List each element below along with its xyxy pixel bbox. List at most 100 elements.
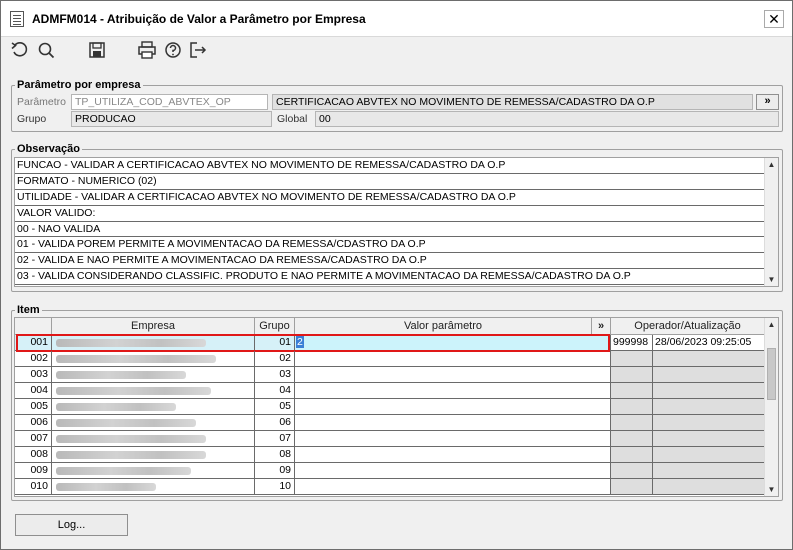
empresa-cell[interactable] [52,335,255,351]
toolbar [7,39,307,61]
atualizacao-cell [653,383,765,399]
empresa-cell[interactable] [52,351,255,367]
redacted-company-name [56,387,211,395]
column-header-operador[interactable]: Operador/Atualização [611,318,765,335]
valor-parametro-cell[interactable] [295,399,611,415]
column-header-grupo[interactable]: Grupo [255,318,295,335]
redacted-company-name [56,451,206,459]
table-row[interactable]: 009 09 [15,463,765,479]
grupo-cell[interactable]: 10 [255,479,295,495]
grupo-cell[interactable]: 03 [255,367,295,383]
table-row[interactable]: 005 05 [15,399,765,415]
grupo-cell[interactable]: 01 [255,335,295,351]
scroll-up-icon[interactable]: ▲ [765,318,778,331]
row-header-corner [15,318,52,335]
close-button[interactable]: ✕ [764,10,784,28]
help-icon[interactable] [162,39,184,61]
observacao-line: VALOR VALIDO: [15,206,765,222]
grupo-cell[interactable]: 05 [255,399,295,415]
parametro-description: CERTIFICACAO ABVTEX NO MOVIMENTO DE REME… [272,94,753,110]
valor-parametro-cell[interactable] [295,415,611,431]
observacao-text-area[interactable]: FUNCAO - VALIDAR A CERTIFICACAO ABVTEX N… [14,157,779,287]
column-header-valor[interactable]: Valor parâmetro [295,318,592,335]
observacao-line: UTILIDADE - VALIDAR A CERTIFICACAO ABVTE… [15,190,765,206]
row-code-cell[interactable]: 010 [15,479,52,495]
valor-text[interactable]: 2 [296,336,304,348]
valor-parametro-cell[interactable] [295,351,611,367]
save-icon[interactable] [86,39,108,61]
atualizacao-cell: 28/06/2023 09:25:05 [653,335,765,351]
operador-cell [611,367,653,383]
empresa-cell[interactable] [52,463,255,479]
main-window: ADMFM014 - Atribuição de Valor a Parâmet… [0,0,793,550]
grupo-field: PRODUCAO [71,111,272,127]
table-row[interactable]: 002 02 [15,351,765,367]
valor-parametro-cell[interactable]: 2 [295,335,611,351]
exit-icon[interactable] [187,39,209,61]
empresa-cell[interactable] [52,447,255,463]
grupo-cell[interactable]: 09 [255,463,295,479]
grupo-cell[interactable]: 04 [255,383,295,399]
print-icon[interactable] [136,39,158,61]
atualizacao-cell [653,351,765,367]
table-row[interactable]: 001 01 2 999998 28/06/2023 09:25:05 [15,335,765,351]
grupo-label: Grupo [17,113,47,125]
valor-parametro-cell[interactable] [295,447,611,463]
scroll-down-icon[interactable]: ▼ [765,483,778,496]
empresa-cell[interactable] [52,479,255,495]
row-code-cell[interactable]: 001 [15,335,52,351]
log-button[interactable]: Log... [15,514,128,536]
scroll-thumb[interactable] [767,348,776,400]
valor-more-button[interactable]: » [592,318,611,335]
row-code-cell[interactable]: 009 [15,463,52,479]
grupo-cell[interactable]: 07 [255,431,295,447]
parametro-more-button[interactable]: » [756,94,779,110]
valor-parametro-cell[interactable] [295,367,611,383]
valor-parametro-cell[interactable] [295,431,611,447]
row-code-cell[interactable]: 005 [15,399,52,415]
grupo-cell[interactable]: 02 [255,351,295,367]
redacted-company-name [56,403,176,411]
row-code-cell[interactable]: 002 [15,351,52,367]
operador-cell [611,399,653,415]
grid-scrollbar[interactable]: ▲ ▼ [764,318,778,496]
atualizacao-cell [653,367,765,383]
scroll-up-icon[interactable]: ▲ [765,158,778,171]
empresa-cell[interactable] [52,383,255,399]
valor-parametro-cell[interactable] [295,383,611,399]
grupo-cell[interactable]: 06 [255,415,295,431]
redacted-company-name [56,355,216,363]
row-code-cell[interactable]: 004 [15,383,52,399]
table-row[interactable]: 007 07 [15,431,765,447]
valor-parametro-cell[interactable] [295,463,611,479]
empresa-cell[interactable] [52,415,255,431]
atualizacao-cell [653,463,765,479]
operador-cell [611,431,653,447]
parametro-field[interactable]: TP_UTILIZA_COD_ABVTEX_OP [71,94,268,110]
table-row[interactable]: 008 08 [15,447,765,463]
grupo-cell[interactable]: 08 [255,447,295,463]
redacted-company-name [56,483,156,491]
observacao-title: Observação [15,143,82,155]
valor-parametro-cell[interactable] [295,479,611,495]
row-code-cell[interactable]: 006 [15,415,52,431]
refresh-icon[interactable] [9,39,31,61]
search-icon[interactable] [35,39,57,61]
row-code-cell[interactable]: 008 [15,447,52,463]
empresa-cell[interactable] [52,431,255,447]
empresa-cell[interactable] [52,367,255,383]
operador-cell [611,415,653,431]
observacao-scrollbar[interactable]: ▲ ▼ [764,158,778,286]
scroll-down-icon[interactable]: ▼ [765,273,778,286]
column-header-empresa[interactable]: Empresa [52,318,255,335]
table-row[interactable]: 003 03 [15,367,765,383]
table-row[interactable]: 004 04 [15,383,765,399]
observacao-line: FUNCAO - VALIDAR A CERTIFICACAO ABVTEX N… [15,158,765,174]
row-code-cell[interactable]: 007 [15,431,52,447]
global-field: 00 [315,111,779,127]
table-row[interactable]: 006 06 [15,415,765,431]
empresa-cell[interactable] [52,399,255,415]
operador-cell: 999998 [611,335,653,351]
table-row[interactable]: 010 10 [15,479,765,495]
row-code-cell[interactable]: 003 [15,367,52,383]
